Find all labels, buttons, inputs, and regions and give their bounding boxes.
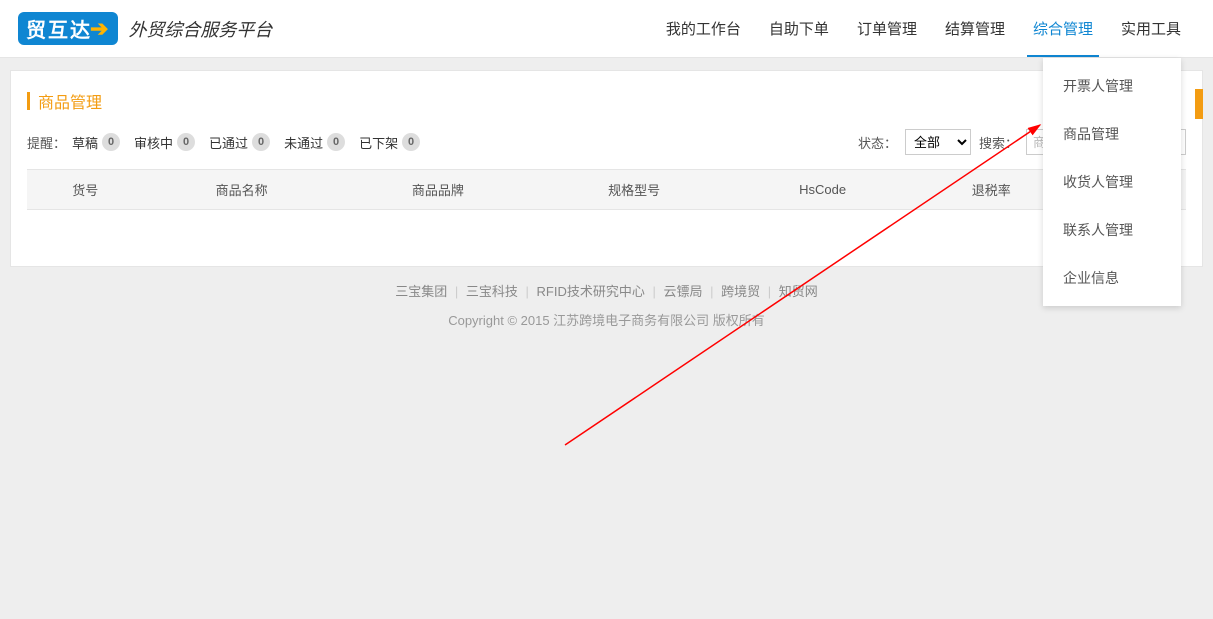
col-name: 商品名称 [144,170,340,210]
nav-item-general-mgmt[interactable]: 综合管理 [1019,0,1107,57]
chip-unlisted[interactable]: 已下架 0 [359,133,420,152]
content: 商品管理 提醒： 草稿 0 审核中 0 已通过 0 未通过 0 已下架 0 [0,58,1213,335]
page-title: 商品管理 [38,89,102,113]
table-header-row: 货号 商品名称 商品品牌 规格型号 HsCode 退税率 状态 [27,170,1186,210]
footer-links: 三宝集团 | 三宝科技 | RFID技术研究中心 | 云镖局 | 跨境贸 | 知… [10,267,1203,304]
col-spec: 规格型号 [536,170,732,210]
badge-count: 0 [402,133,420,151]
dropdown-item-consignee[interactable]: 收货人管理 [1043,158,1181,206]
badge-count: 0 [252,133,270,151]
filter-row: 提醒： 草稿 0 审核中 0 已通过 0 未通过 0 已下架 0 状 [27,129,1186,155]
panel-header: 商品管理 [27,89,1186,113]
chip-passed[interactable]: 已通过 0 [209,133,270,152]
remind-label: 提醒： [27,133,66,152]
footer-link-rfid[interactable]: RFID技术研究中心 [533,284,649,299]
status-select[interactable]: 全部 [905,129,971,155]
table-empty [27,210,1186,266]
badge-count: 0 [327,133,345,151]
panel-product-mgmt: 商品管理 提醒： 草稿 0 审核中 0 已通过 0 未通过 0 已下架 0 [10,70,1203,267]
logo-text: 贸互达 [26,14,92,43]
nav-item-tools[interactable]: 实用工具 [1107,0,1195,57]
logo-badge: 贸互达 ➔ [18,12,118,45]
dropdown-item-company-info[interactable]: 企业信息 [1043,254,1181,302]
chip-failed[interactable]: 未通过 0 [284,133,345,152]
side-tab-indicator [1195,89,1203,119]
nav-item-workbench[interactable]: 我的工作台 [652,0,755,57]
col-hscode: HsCode [732,170,913,210]
nav-item-self-order[interactable]: 自助下单 [755,0,843,57]
logo-tagline: 外贸综合服务平台 [128,16,272,42]
dropdown-item-product-mgmt[interactable]: 商品管理 [1043,110,1181,158]
dropdown-item-contact[interactable]: 联系人管理 [1043,206,1181,254]
chip-reviewing[interactable]: 审核中 0 [134,133,195,152]
badge-count: 0 [102,133,120,151]
arrow-right-icon: ➔ [90,16,110,42]
footer-link-yunbiao[interactable]: 云镖局 [659,284,706,299]
nav-item-settlement[interactable]: 结算管理 [931,0,1019,57]
table-row [27,210,1186,266]
dropdown-item-invoicer[interactable]: 开票人管理 [1043,62,1181,110]
footer-link-sanbao-tech[interactable]: 三宝科技 [462,284,522,299]
topbar: 贸互达 ➔ 外贸综合服务平台 我的工作台 自助下单 订单管理 结算管理 综合管理… [0,0,1213,58]
search-label: 搜索： [979,133,1018,152]
title-bar-icon [27,92,30,110]
col-sku: 货号 [27,170,144,210]
footer-link-crossborder[interactable]: 跨境贸 [717,284,764,299]
product-table: 货号 商品名称 商品品牌 规格型号 HsCode 退税率 状态 [27,169,1186,266]
main-nav: 我的工作台 自助下单 订单管理 结算管理 综合管理 实用工具 [652,0,1195,57]
chip-draft[interactable]: 草稿 0 [72,133,120,152]
footer-copyright: Copyright © 2015 江苏跨境电子商务有限公司 版权所有 [10,304,1203,335]
nav-item-order-mgmt[interactable]: 订单管理 [843,0,931,57]
status-label: 状态： [858,133,897,152]
logo[interactable]: 贸互达 ➔ 外贸综合服务平台 [18,12,272,45]
footer-link-sanbao-group[interactable]: 三宝集团 [391,284,451,299]
footer-link-zhimao[interactable]: 知贸网 [775,284,822,299]
general-mgmt-dropdown: 开票人管理 商品管理 收货人管理 联系人管理 企业信息 [1043,58,1181,306]
badge-count: 0 [177,133,195,151]
col-brand: 商品品牌 [340,170,536,210]
